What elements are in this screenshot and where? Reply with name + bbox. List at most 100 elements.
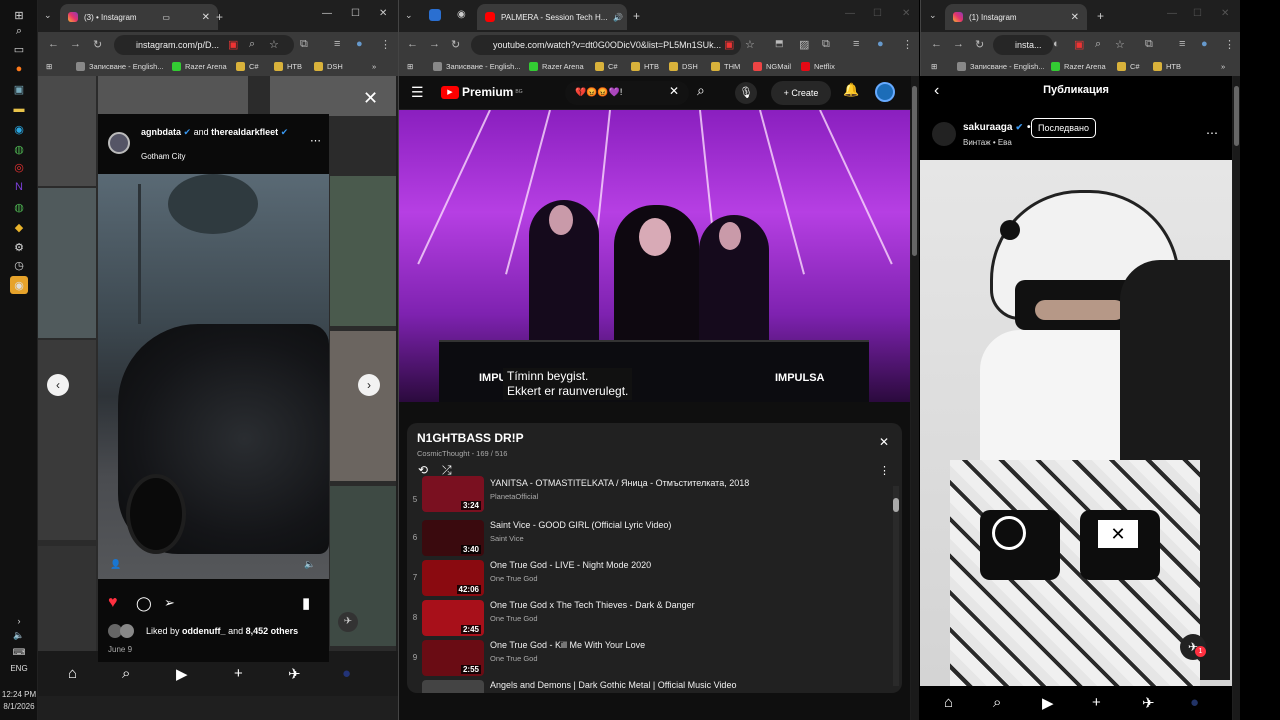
bookmark-item[interactable]: НТВ — [274, 62, 302, 71]
close-post-icon[interactable]: ✕ — [363, 88, 378, 109]
right-scrollbar[interactable] — [1233, 76, 1240, 720]
scrollbar-thumb[interactable] — [1234, 86, 1239, 146]
bookmark-item[interactable]: Razer Arena — [172, 62, 227, 71]
search-icon[interactable]: ⌕ — [697, 82, 705, 99]
post-username[interactable]: sakuraaga — [963, 122, 1012, 133]
clear-search-icon[interactable]: ✕ — [669, 84, 679, 98]
post-image[interactable]: ✕ — [920, 160, 1232, 686]
tab-cast-icon[interactable]: ▣ — [724, 38, 734, 51]
bookmark-item[interactable]: НТВ — [1153, 62, 1181, 71]
reload-icon[interactable]: ↻ — [451, 38, 460, 51]
comment-icon[interactable]: ◯ — [136, 595, 152, 612]
clock-time[interactable]: 12:24 PM — [0, 690, 38, 699]
playlist-title[interactable]: N1GHTBASS DR!P — [417, 431, 524, 445]
bookmark-item[interactable]: C# — [595, 62, 618, 71]
tab-youtube[interactable]: PALMERA - Session Tech H... 🔊 ✕ — [477, 4, 627, 30]
post-date[interactable]: June 9 — [108, 645, 132, 654]
profile-icon[interactable]: ● — [1201, 38, 1208, 50]
bookmark-item[interactable]: Razer Arena — [529, 62, 584, 71]
messages-icon[interactable]: ✈ — [1142, 694, 1155, 712]
youtube-logo[interactable]: ▶ Premium BG — [441, 85, 523, 99]
post-user1[interactable]: agnbdata — [141, 127, 181, 137]
tab-instagram-left[interactable]: (3) • Instagram ▭ ✕ — [60, 4, 218, 30]
reels-icon[interactable]: ▶ — [176, 665, 188, 683]
playlist-item[interactable]: Angels and Demons | Dark Gothic Metal | … — [407, 678, 887, 693]
minimize-icon[interactable]: — — [845, 8, 855, 19]
bookmark-item[interactable]: Записване - English... — [433, 62, 521, 71]
notifications-icon[interactable]: 🔔 — [843, 82, 859, 98]
pinned-tab-icon-2[interactable]: ◉ — [457, 9, 466, 20]
playlist-item[interactable]: 6 3:40 Saint Vice - GOOD GIRL (Official … — [407, 518, 887, 558]
home-icon[interactable]: ⌂ — [944, 694, 953, 711]
tab-list-icon[interactable]: ⌄ — [44, 10, 52, 21]
post-image[interactable]: 👤 🔈 — [98, 174, 329, 579]
account-avatar[interactable] — [875, 82, 895, 102]
bookmark-star-icon[interactable]: ☆ — [745, 38, 755, 51]
menu-icon[interactable]: ⋮ — [380, 38, 391, 51]
next-post-icon[interactable]: › — [358, 374, 380, 396]
maximize-icon[interactable]: ☐ — [351, 8, 360, 19]
like-icon[interactable]: ♥ — [108, 594, 118, 612]
bookmark-item[interactable]: C# — [236, 62, 259, 71]
bookmark-item[interactable]: DSH — [669, 62, 698, 71]
maximize-icon[interactable]: ☐ — [1193, 8, 1202, 19]
photos-icon[interactable]: ▣ — [10, 80, 28, 98]
playlist-scrollbar[interactable] — [893, 486, 899, 686]
new-tab-icon[interactable]: + — [633, 9, 640, 23]
avatar[interactable] — [932, 122, 956, 146]
create-icon[interactable]: + — [1092, 694, 1101, 711]
bookmarks-overflow-icon[interactable]: » — [372, 62, 376, 71]
bookmark-item[interactable]: DSH — [314, 62, 343, 71]
feed-thumbnail[interactable] — [330, 176, 396, 326]
search-icon[interactable]: ⌕ — [122, 665, 130, 682]
reload-icon[interactable]: ↻ — [975, 38, 984, 51]
explorer-icon[interactable]: ▬ — [10, 100, 28, 118]
liked-by-user[interactable]: oddenuff_ — [182, 626, 226, 636]
close-playlist-icon[interactable]: ✕ — [879, 435, 889, 449]
bookmark-apps-icon[interactable]: ⊞ — [407, 62, 413, 71]
feed-thumbnail[interactable] — [98, 76, 248, 116]
maximize-icon[interactable]: ☐ — [873, 8, 882, 19]
home-icon[interactable]: ⌂ — [68, 665, 77, 682]
playlist-item[interactable]: 7 42:06 One True God - LIVE - Night Mode… — [407, 558, 887, 598]
bookmark-item[interactable]: Записване - English... — [957, 62, 1045, 71]
more-options-icon[interactable]: ⋯ — [1206, 126, 1218, 140]
scrollbar[interactable] — [911, 76, 919, 720]
zoom-icon[interactable]: ⌕ — [249, 38, 255, 51]
search-icon[interactable]: ⌕ — [10, 22, 28, 40]
bookmark-star-icon[interactable]: ☆ — [1115, 38, 1125, 51]
clock-date[interactable]: 8/1/2026 — [0, 702, 38, 711]
forward-icon[interactable]: → — [953, 38, 964, 50]
menu-icon[interactable]: ⋮ — [902, 38, 913, 51]
playlist-item[interactable]: 9 2:55 One True God - Kill Me With Your … — [407, 638, 887, 678]
address-bar[interactable]: instagram.com/p/D... — [114, 35, 294, 55]
extension-icon[interactable]: ▨ — [799, 38, 809, 51]
bookmark-star-icon[interactable]: ☆ — [269, 38, 279, 51]
media-icon[interactable]: ≡ — [853, 38, 859, 50]
following-button[interactable]: Последвано — [1031, 118, 1096, 138]
playlist-item[interactable]: 5 3:24 YANITSA - OTMASTITELKATA / Яница … — [407, 476, 887, 520]
forward-icon[interactable]: → — [429, 38, 440, 50]
post-user2[interactable]: therealdarkfleet — [211, 127, 278, 137]
avatar[interactable] — [108, 132, 130, 154]
create-icon[interactable]: + — [234, 665, 243, 682]
keyboard-icon[interactable]: ⌨ — [10, 643, 28, 661]
bookmark-item[interactable]: THM — [711, 62, 740, 71]
extensions-icon[interactable]: ⧉ — [1145, 38, 1153, 51]
speaker-icon[interactable]: 🔈 — [10, 626, 28, 644]
onenote-icon[interactable]: N — [10, 178, 28, 196]
extensions-icon[interactable]: ⧉ — [300, 38, 308, 51]
new-tab-icon[interactable]: + — [216, 10, 223, 24]
language-indicator[interactable]: ENG — [0, 664, 38, 673]
zoom-icon[interactable]: ⌕ — [1095, 38, 1101, 51]
chrome-icon-2[interactable]: ◍ — [10, 198, 28, 216]
back-icon[interactable]: ← — [931, 38, 942, 50]
playlist-menu-icon[interactable]: ⋮ — [879, 464, 890, 477]
task-view-icon[interactable]: ▭ — [10, 40, 28, 58]
minimize-icon[interactable]: — — [322, 8, 332, 19]
feed-thumbnail[interactable] — [38, 340, 96, 540]
close-tab-icon[interactable]: ✕ — [202, 12, 210, 23]
playlist-item[interactable]: 8 2:45 One True God x The Tech Thieves -… — [407, 598, 887, 638]
edge-icon[interactable]: ◉ — [10, 120, 28, 138]
playlist-meta[interactable]: CosmicThought - 169 / 516 — [417, 449, 507, 458]
